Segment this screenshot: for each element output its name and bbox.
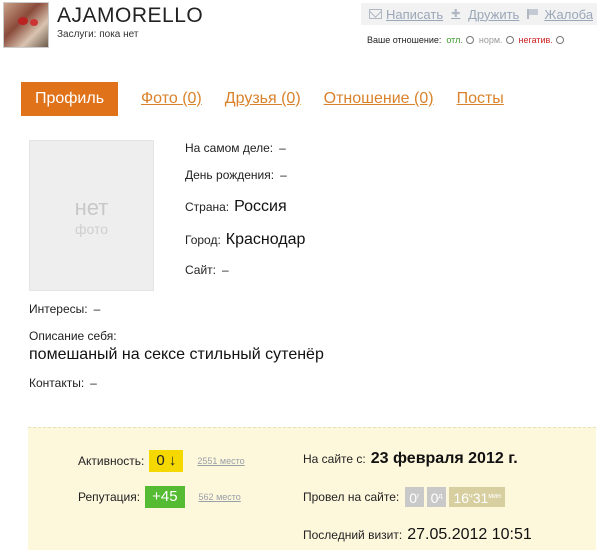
attitude-normal-option[interactable]: норм. bbox=[479, 35, 514, 45]
attitude-bad-label: негатив. bbox=[518, 35, 553, 45]
last-visit-stat: Последний визит: 27.05.2012 10:51 bbox=[303, 526, 532, 544]
real-name-value: – bbox=[279, 141, 286, 155]
no-photo-placeholder: нет фото bbox=[29, 140, 154, 291]
no-photo-line1: нет bbox=[74, 194, 109, 220]
add-friend-icon: ✚ bbox=[451, 8, 461, 20]
field-country: Страна: Россия bbox=[185, 198, 287, 216]
reputation-label: Репутация: bbox=[78, 490, 141, 504]
since-value: 23 февраля 2012 г. bbox=[370, 450, 518, 467]
last-visit-label: Последний визит: bbox=[303, 528, 403, 542]
spent-days-box: 0г bbox=[405, 487, 424, 507]
write-message-button[interactable]: Написать bbox=[369, 7, 443, 22]
field-real-name: На самом деле: – bbox=[185, 141, 286, 155]
activity-stat: Активность: 0 ↓ 2551 место bbox=[78, 450, 245, 472]
tab-friends[interactable]: Друзья (0) bbox=[225, 90, 301, 108]
attitude-good-option[interactable]: отл. bbox=[446, 35, 474, 45]
complain-label: Жалоба bbox=[544, 6, 594, 22]
field-interests: Интересы: – bbox=[29, 302, 100, 316]
attitude-bad-option[interactable]: негатив. bbox=[519, 35, 564, 45]
write-label: Написать bbox=[386, 6, 444, 22]
activity-badge: 0 ↓ bbox=[149, 450, 184, 472]
city-value: Краснодар bbox=[225, 231, 306, 248]
last-visit-value: 27.05.2012 10:51 bbox=[407, 526, 532, 543]
spent-min: 16 bbox=[453, 490, 470, 506]
reputation-stat: Репутация: +45 562 место bbox=[78, 486, 241, 508]
attitude-label: Ваше отношение: bbox=[367, 35, 442, 45]
contacts-value: – bbox=[90, 376, 97, 390]
contacts-label: Контакты: bbox=[29, 376, 85, 390]
field-contacts: Контакты: – bbox=[29, 376, 97, 390]
reputation-badge: +45 bbox=[145, 486, 185, 508]
tab-relations[interactable]: Отношение (0) bbox=[324, 90, 434, 108]
attitude-selector: Ваше отношение: отл. норм. негатив. bbox=[367, 35, 564, 45]
member-since-stat: На сайте с: 23 февраля 2012 г. bbox=[303, 450, 518, 468]
spent-label: Провел на сайте: bbox=[303, 490, 400, 504]
username: AJAMORELLO bbox=[57, 4, 204, 27]
field-site: Сайт: – bbox=[185, 263, 229, 277]
attitude-bad-radio[interactable] bbox=[555, 36, 564, 44]
spent-hours-unit: д bbox=[438, 493, 443, 500]
attitude-good-label: отл. bbox=[446, 35, 463, 45]
about-value: помешаный на сексе стильный сутенёр bbox=[29, 346, 324, 363]
add-friend-button[interactable]: ✚ Дружить bbox=[451, 7, 519, 22]
spent-days-unit: г bbox=[417, 493, 420, 500]
birthday-value: – bbox=[280, 168, 287, 182]
mail-icon bbox=[369, 9, 382, 19]
country-value: Россия bbox=[234, 198, 287, 215]
interests-label: Интересы: bbox=[29, 302, 88, 316]
field-about-label: Описание себя: bbox=[29, 329, 117, 343]
avatar[interactable] bbox=[3, 2, 49, 48]
tab-posts[interactable]: Посты bbox=[457, 90, 504, 108]
spent-days: 0 bbox=[409, 490, 418, 506]
attitude-normal-radio[interactable] bbox=[505, 36, 514, 44]
befriend-label: Дружить bbox=[468, 6, 520, 22]
field-city: Город: Краснодар bbox=[185, 231, 305, 249]
time-spent-stat: Провел на сайте: 0г 0д 16ч31мин bbox=[303, 487, 505, 507]
activity-place-link[interactable]: 2551 место bbox=[197, 456, 244, 466]
tab-photos[interactable]: Фото (0) bbox=[141, 90, 202, 108]
interests-value: – bbox=[93, 302, 101, 316]
site-label: Сайт: bbox=[185, 263, 217, 277]
site-value: – bbox=[222, 263, 229, 277]
spent-minutes-box: 16ч31мин bbox=[449, 487, 505, 507]
action-bar: Написать ✚ Дружить Жалоба bbox=[361, 3, 597, 25]
birthday-label: День рождения: bbox=[185, 168, 275, 182]
attitude-normal-label: норм. bbox=[478, 35, 503, 45]
real-name-label: На самом деле: bbox=[185, 141, 274, 155]
field-birthday: День рождения: – bbox=[185, 168, 287, 182]
flag-icon bbox=[527, 9, 540, 19]
spent-hours-box: 0д bbox=[426, 487, 447, 507]
stats-panel: Активность: 0 ↓ 2551 место Репутация: +4… bbox=[28, 427, 596, 550]
no-photo-line2: фото bbox=[74, 220, 109, 237]
about-label: Описание себя: bbox=[29, 329, 117, 343]
attitude-good-radio[interactable] bbox=[465, 36, 474, 44]
country-label: Страна: bbox=[185, 200, 230, 214]
profile-tabs: Профиль Фото (0) Друзья (0) Отношение (0… bbox=[21, 82, 504, 116]
tab-profile[interactable]: Профиль bbox=[21, 82, 118, 116]
city-label: Город: bbox=[185, 233, 221, 247]
activity-label: Активность: bbox=[78, 454, 145, 468]
complain-button[interactable]: Жалоба bbox=[527, 7, 593, 22]
reputation-place-link[interactable]: 562 место bbox=[199, 492, 241, 502]
merits-text: Заслуги: пока нет bbox=[57, 29, 139, 40]
since-label: На сайте с: bbox=[303, 452, 366, 466]
spent-sec-unit: мин bbox=[488, 493, 501, 500]
spent-sec: 31 bbox=[472, 490, 489, 506]
